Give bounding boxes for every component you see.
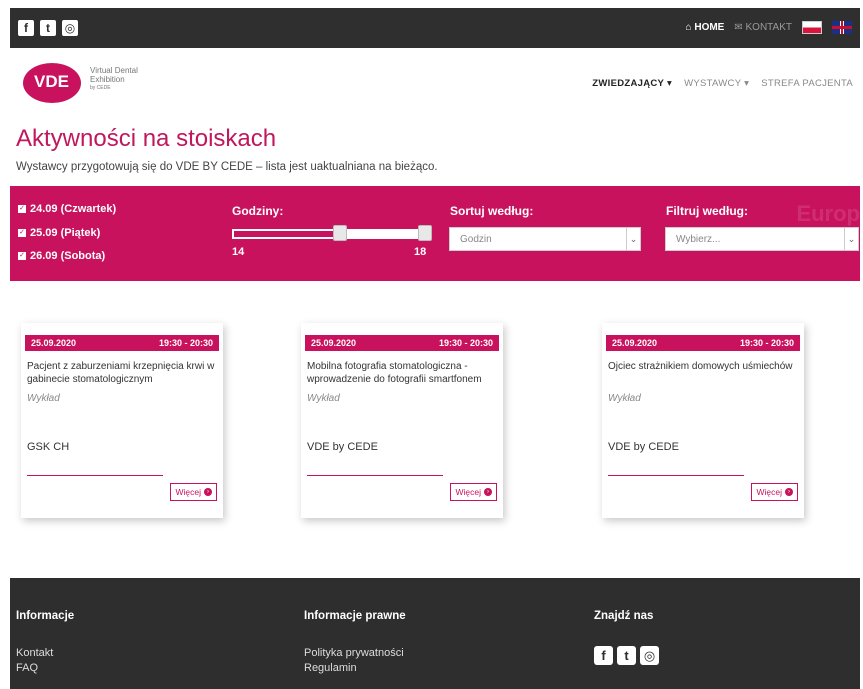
- more-button[interactable]: Więcej ›: [450, 483, 497, 501]
- hours-max-value: 18: [414, 246, 427, 258]
- logo-mark: VDE: [34, 72, 69, 91]
- checkbox-icon: ✓: [18, 229, 26, 237]
- card-divider: [608, 475, 744, 476]
- arrow-right-icon: ›: [204, 488, 212, 496]
- uk-flag-icon[interactable]: [832, 21, 852, 34]
- envelope-icon: ✉: [734, 22, 743, 33]
- checkbox-icon: ✓: [18, 205, 26, 213]
- card-header: 25.09.2020 19:30 - 20:30: [25, 335, 219, 351]
- card-date: 25.09.2020: [31, 338, 77, 348]
- card-title: Pacjent z zaburzeniami krzepnięcia krwi …: [27, 361, 215, 385]
- arrow-right-icon: ›: [785, 488, 793, 496]
- footer-heading: Informacje prawne: [304, 610, 406, 622]
- nav-item-patient-zone[interactable]: STREFA PACJENTA: [761, 78, 853, 89]
- hours-slider[interactable]: [232, 229, 432, 239]
- card-time: 19:30 - 20:30: [158, 338, 213, 348]
- facebook-icon[interactable]: f: [594, 646, 613, 665]
- nav-item-visitors[interactable]: ZWIEDZAJĄCY ▾: [592, 78, 672, 89]
- chevron-down-icon: ▾: [744, 78, 750, 89]
- sort-select[interactable]: Godzin ⌄: [449, 227, 641, 251]
- top-social-links: f t ◎: [18, 20, 78, 36]
- footer-col-info: Informacje Kontakt FAQ: [16, 610, 74, 676]
- card-date: 25.09.2020: [612, 338, 658, 348]
- chevron-down-icon: ⌄: [626, 228, 640, 250]
- card-type: Wykład: [27, 393, 60, 404]
- footer-heading: Znajdź nas: [594, 610, 654, 622]
- card-title: Mobilna fotografia stomatologiczna - wpr…: [307, 361, 482, 385]
- arrow-right-icon: ›: [484, 488, 492, 496]
- more-button[interactable]: Więcej ›: [170, 483, 217, 501]
- filter-label: Filtruj według:: [666, 204, 748, 218]
- day-checkbox-2409[interactable]: ✓ 24.09 (Czwartek): [18, 203, 116, 215]
- page-subtitle: Wystawcy przygotowują się do VDE BY CEDE…: [16, 161, 438, 173]
- card-date: 25.09.2020: [311, 338, 357, 348]
- day-checkbox-2509[interactable]: ✓ 25.09 (Piątek): [18, 227, 100, 239]
- twitter-icon[interactable]: t: [617, 646, 636, 665]
- card-type: Wykład: [608, 393, 641, 404]
- card-divider: [27, 475, 163, 476]
- top-bar: f t ◎ ⌂ HOME ✉ KONTAKT: [10, 8, 860, 48]
- logo-caption: Virtual Dental Exhibition by CEDE: [90, 66, 138, 91]
- filter-bar: Europ ✓ 24.09 (Czwartek) ✓ 25.09 (Piątek…: [10, 186, 860, 281]
- page-title: Aktywności na stoiskach: [16, 125, 277, 152]
- footer-col-social: Znajdź nas f t ◎: [594, 610, 659, 665]
- chevron-down-icon: ▾: [666, 78, 673, 89]
- card-exhibitor: VDE by CEDE: [307, 441, 378, 453]
- checkbox-icon: ✓: [18, 252, 26, 260]
- pl-flag-icon[interactable]: [802, 21, 822, 34]
- band-watermark: Europ: [796, 201, 860, 226]
- footer-col-legal: Informacje prawne Polityka prywatności R…: [304, 610, 406, 676]
- top-nav: ⌂ HOME ✉ KONTAKT: [686, 21, 852, 34]
- card-time: 19:30 - 20:30: [438, 338, 493, 348]
- footer-link-terms[interactable]: Regulamin: [304, 661, 406, 676]
- footer-heading: Informacje: [16, 610, 75, 622]
- contact-link[interactable]: ✉ KONTAKT: [734, 22, 792, 33]
- card-divider: [307, 475, 443, 476]
- footer-link-faq[interactable]: FAQ: [16, 661, 74, 676]
- hours-min-value: 14: [232, 246, 245, 258]
- footer-link-privacy[interactable]: Polityka prywatności: [304, 646, 406, 661]
- card-exhibitor: GSK CH: [27, 441, 70, 453]
- hours-label: Godziny:: [232, 204, 284, 218]
- home-icon: ⌂: [685, 22, 692, 33]
- footer: Informacje Kontakt FAQ Informacje prawne…: [10, 578, 860, 689]
- more-button[interactable]: Więcej ›: [751, 483, 798, 501]
- footer-social-links: f t ◎: [594, 646, 659, 665]
- card-exhibitor: VDE by CEDE: [608, 441, 679, 453]
- twitter-icon[interactable]: t: [40, 20, 56, 36]
- card-type: Wykład: [307, 393, 340, 404]
- event-card: 25.09.2020 19:30 - 20:30 Pacjent z zabur…: [21, 323, 223, 518]
- chevron-down-icon: ⌄: [844, 228, 858, 250]
- footer-link-contact[interactable]: Kontakt: [16, 646, 74, 661]
- card-header: 25.09.2020 19:30 - 20:30: [305, 335, 499, 351]
- day-checkbox-2609[interactable]: ✓ 26.09 (Sobota): [18, 250, 105, 262]
- home-link[interactable]: ⌂ HOME: [686, 22, 725, 33]
- card-title: Ojciec strażnikiem domowych uśmiechów: [608, 361, 793, 372]
- instagram-icon[interactable]: ◎: [62, 20, 78, 36]
- slider-range-fill: [232, 229, 342, 239]
- card-header: 25.09.2020 19:30 - 20:30: [606, 335, 800, 351]
- card-time: 19:30 - 20:30: [739, 338, 794, 348]
- instagram-icon[interactable]: ◎: [640, 646, 659, 665]
- sort-label: Sortuj według:: [450, 204, 534, 218]
- slider-handle-min[interactable]: [333, 225, 347, 241]
- slider-handle-max[interactable]: [418, 225, 432, 241]
- facebook-icon[interactable]: f: [18, 20, 34, 36]
- event-card: 25.09.2020 19:30 - 20:30 Ojciec strażnik…: [602, 323, 804, 518]
- nav-item-exhibitors[interactable]: WYSTAWCY ▾: [684, 78, 749, 89]
- filter-select[interactable]: Wybierz... ⌄: [665, 227, 859, 251]
- main-nav: ZWIEDZAJĄCY ▾ WYSTAWCY ▾ STREFA PACJENTA: [592, 78, 853, 89]
- event-card: 25.09.2020 19:30 - 20:30 Mobilna fotogra…: [301, 323, 503, 518]
